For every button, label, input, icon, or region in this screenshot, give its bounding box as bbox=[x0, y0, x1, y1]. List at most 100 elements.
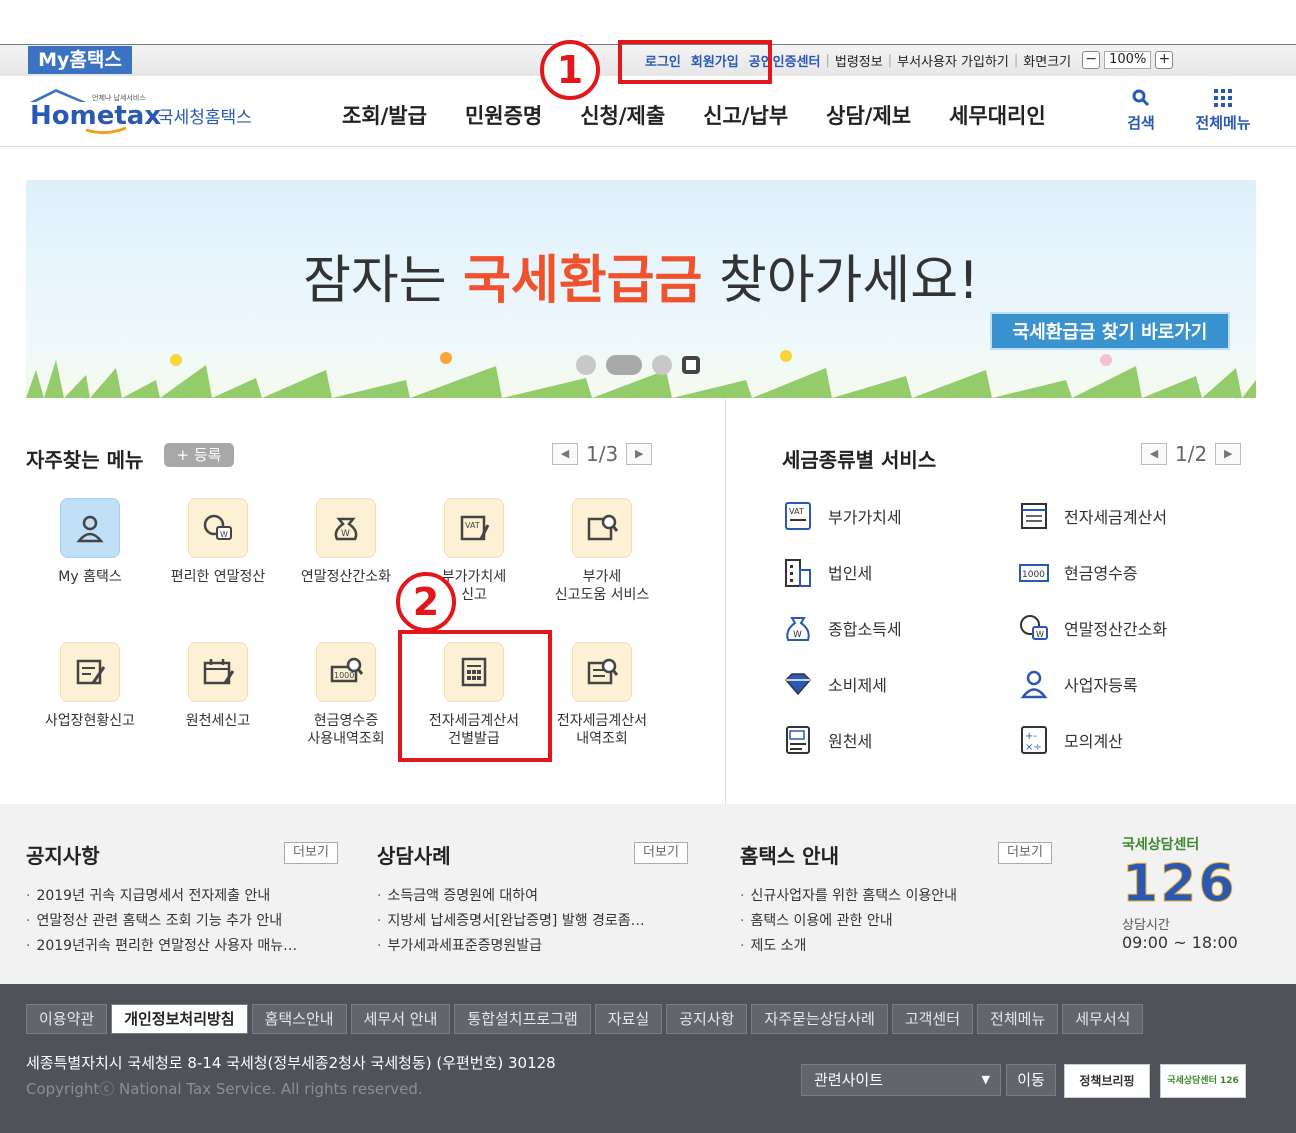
nav-item-consult[interactable]: 상담/제보 bbox=[826, 100, 911, 130]
zoom-out-button[interactable]: − bbox=[1082, 51, 1101, 69]
consult-item[interactable]: 소득금액 증명원에 대하여 bbox=[377, 884, 645, 909]
callout-number-1: 1 bbox=[540, 40, 600, 100]
guide-item[interactable]: 제도 소개 bbox=[740, 934, 957, 959]
call-center-number: 126 bbox=[1122, 854, 1237, 915]
notice-item[interactable]: 2019년 귀속 지급명세서 전자제출 안내 bbox=[26, 884, 297, 909]
tax-services-next-button[interactable]: ▶ bbox=[1215, 443, 1242, 465]
service-year-end-simplified[interactable]: W 연말정산간소화 bbox=[1018, 612, 1167, 644]
notice-item[interactable]: 2019년귀속 편리한 연말정산 사용자 매뉴… bbox=[26, 934, 297, 959]
favorite-e-invoice-history[interactable]: 전자세금계산서 내역조회 bbox=[542, 642, 662, 748]
service-withholding-tax[interactable]: 원천세 bbox=[782, 724, 872, 756]
tax-services-prev-button[interactable]: ◀ bbox=[1141, 443, 1167, 465]
register-favorite-button[interactable]: + 등록 bbox=[164, 443, 234, 467]
nav-item-report[interactable]: 신고/납부 bbox=[703, 100, 788, 130]
related-sites-select[interactable]: 관련사이트 ▼ bbox=[801, 1064, 1001, 1096]
footer-link-notices[interactable]: 공지사항 bbox=[666, 1004, 748, 1034]
highlight-box-e-invoice bbox=[398, 630, 552, 762]
grid-menu-icon bbox=[1214, 89, 1232, 107]
notice-title: 공지사항 bbox=[26, 844, 100, 868]
favorite-vat-help[interactable]: 부가세 신고도움 서비스 bbox=[542, 498, 662, 604]
service-income-tax[interactable]: W 종합소득세 bbox=[782, 612, 902, 644]
footer-link-privacy[interactable]: 개인정보처리방침 bbox=[111, 1004, 248, 1034]
all-menu-button[interactable]: 전체메뉴 bbox=[1186, 88, 1260, 133]
service-consumption-tax[interactable]: 소비제세 bbox=[782, 668, 887, 700]
hometax-logo[interactable]: 언제나 납세서비스 Hometax 국세청홈택스 bbox=[26, 86, 266, 136]
guide-item[interactable]: 신규사업자를 위한 홈택스 이용안내 bbox=[740, 884, 957, 909]
service-mock-calculation[interactable]: +- ×÷ 모의계산 bbox=[1018, 724, 1123, 756]
favorite-year-end-simplified[interactable]: W 연말정산간소화 bbox=[286, 498, 406, 586]
slide-stop-button[interactable] bbox=[682, 356, 700, 374]
footer-link-terms[interactable]: 이용약관 bbox=[26, 1004, 108, 1034]
law-info-link[interactable]: 법령정보 bbox=[830, 51, 888, 70]
tax-services-page: 1/2 bbox=[1175, 442, 1208, 466]
footer-link-tax-office[interactable]: 세무서 안내 bbox=[350, 1004, 451, 1034]
nav-item-inquiry[interactable]: 조회/발급 bbox=[342, 100, 427, 130]
service-vat[interactable]: VAT 부가가치세 bbox=[782, 500, 902, 532]
call-center-badge[interactable]: 국세상담센터 126 상담시간 09:00 ~ 18:00 bbox=[1122, 834, 1262, 964]
nav-item-agent[interactable]: 세무대리인 bbox=[949, 100, 1046, 130]
service-corporate-tax[interactable]: 법인세 bbox=[782, 556, 872, 588]
footer-link-hometax-guide[interactable]: 홈택스안내 bbox=[251, 1004, 347, 1034]
footer-link-installer[interactable]: 통합설치프로그램 bbox=[454, 1004, 591, 1034]
logo-name: 국세청홈택스 bbox=[158, 108, 252, 128]
e-invoice-icon bbox=[1021, 503, 1047, 529]
footer-link-faq[interactable]: 자주묻는상담사례 bbox=[751, 1004, 888, 1034]
guide-list: 신규사업자를 위한 홈택스 이용안내 홈택스 이용에 관한 안내 제도 소개 bbox=[740, 884, 957, 959]
favorite-business-status[interactable]: 사업장현황신고 bbox=[30, 642, 150, 730]
chevron-down-icon: ▼ bbox=[981, 1073, 990, 1086]
service-cash-receipt[interactable]: 1000 현금영수증 bbox=[1018, 556, 1138, 588]
nav-item-certificate[interactable]: 민원증명 bbox=[465, 100, 542, 130]
call-center-hours: 09:00 ~ 18:00 bbox=[1122, 933, 1238, 952]
favorite-withholding[interactable]: 원천세신고 bbox=[158, 642, 278, 730]
svg-text:W: W bbox=[793, 630, 802, 640]
tax-services-pager: ◀ 1/2 ▶ bbox=[1141, 442, 1242, 466]
nav-item-apply[interactable]: 신청/제출 bbox=[580, 100, 665, 130]
footer-link-archive[interactable]: 자료실 bbox=[594, 1004, 663, 1034]
svg-text:W: W bbox=[1036, 630, 1044, 639]
guide-item[interactable]: 홈택스 이용에 관한 안내 bbox=[740, 909, 957, 934]
slide-dot[interactable] bbox=[576, 355, 596, 375]
service-label: 사업자등록 bbox=[1064, 676, 1138, 695]
notice-item[interactable]: 연말정산 관련 홈택스 조회 기능 추가 안내 bbox=[26, 909, 297, 934]
person-icon bbox=[1020, 670, 1048, 699]
favorites-page: 1/3 bbox=[586, 442, 619, 466]
favorite-my-hometax[interactable]: My 홈택스 bbox=[30, 498, 150, 586]
zoom-in-button[interactable]: + bbox=[1155, 51, 1174, 69]
service-business-registration[interactable]: 사업자등록 bbox=[1018, 668, 1138, 700]
favorite-cash-receipt-history[interactable]: 1000 현금영수증 사용내역조회 bbox=[286, 642, 406, 748]
svg-text:W: W bbox=[220, 530, 228, 539]
policy-briefing-banner[interactable]: 정책브리핑 bbox=[1064, 1064, 1150, 1098]
slide-dot[interactable] bbox=[652, 355, 672, 375]
favorites-title: 자주찾는 메뉴 bbox=[26, 448, 144, 472]
screen-size-label: 화면크기 bbox=[1023, 54, 1072, 70]
call-center-banner[interactable]: 국세상담센터 126 bbox=[1160, 1064, 1246, 1098]
search-button[interactable]: 검색 bbox=[1118, 88, 1164, 133]
consult-list: 소득금액 증명원에 대하여 지방세 납세증명서[완납증명] 발행 경로좀… 부가… bbox=[377, 884, 645, 959]
footer-link-customer-center[interactable]: 고객센터 bbox=[891, 1004, 974, 1034]
favorites-prev-button[interactable]: ◀ bbox=[552, 443, 578, 465]
refund-shortcut-button[interactable]: 국세환급금 찾기 바로가기 bbox=[990, 312, 1230, 350]
tax-services-title: 세금종류별 서비스 bbox=[782, 448, 937, 472]
footer-link-all-menu[interactable]: 전체메뉴 bbox=[977, 1004, 1059, 1034]
consult-item[interactable]: 부가세과세표준증명원발급 bbox=[377, 934, 645, 959]
footer-link-tax-forms[interactable]: 세무서식 bbox=[1062, 1004, 1144, 1034]
slide-dot-active[interactable] bbox=[606, 355, 642, 375]
service-label: 원천세 bbox=[828, 732, 873, 751]
related-sites-go-button[interactable]: 이동 bbox=[1006, 1064, 1056, 1096]
favorites-next-button[interactable]: ▶ bbox=[626, 443, 653, 465]
calculator-icon: +-×÷ bbox=[1021, 726, 1047, 754]
main-banner[interactable]: 잠자는 국세환급금 찾아가세요! 국세환급금 찾기 바로가기 bbox=[26, 180, 1256, 398]
svg-text:W: W bbox=[341, 529, 350, 539]
dept-signup-link[interactable]: 부서사용자 가입하기 bbox=[892, 51, 1014, 70]
favorite-year-end-easy[interactable]: W 편리한 연말정산 bbox=[158, 498, 278, 586]
favorite-label: 원천세신고 bbox=[185, 713, 251, 729]
service-e-invoice[interactable]: 전자세금계산서 bbox=[1018, 500, 1167, 532]
my-hometax-tab[interactable]: My홈택스 bbox=[28, 46, 132, 74]
cash-receipt-icon: 1000 bbox=[1019, 564, 1049, 582]
notice-more-button[interactable]: 더보기 bbox=[284, 842, 338, 864]
consult-more-button[interactable]: 더보기 bbox=[634, 842, 688, 864]
guide-more-button[interactable]: 더보기 bbox=[998, 842, 1052, 864]
callout-number-2: 2 bbox=[396, 572, 456, 632]
service-label: 모의계산 bbox=[1064, 732, 1123, 751]
consult-item[interactable]: 지방세 납세증명서[완납증명] 발행 경로좀… bbox=[377, 909, 644, 934]
